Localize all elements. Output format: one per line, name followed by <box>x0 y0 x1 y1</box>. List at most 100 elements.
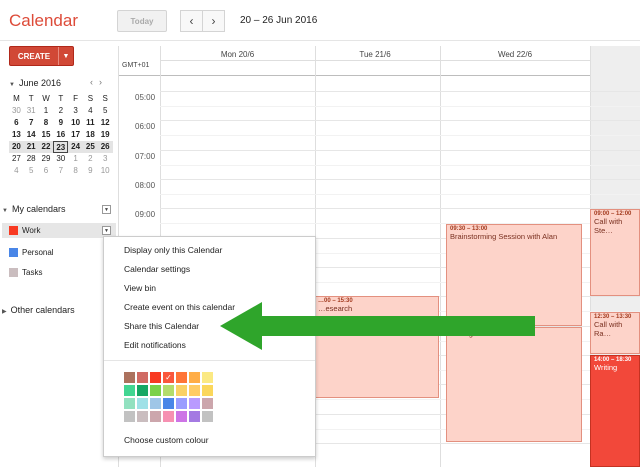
mini-next-icon[interactable]: › <box>99 77 108 87</box>
calendar-event[interactable]: 12:30 – 13:30 Call with Ra… <box>590 312 640 354</box>
color-swatch[interactable] <box>189 398 200 409</box>
mini-day[interactable]: 7 <box>53 165 68 177</box>
calendar-event[interactable]: 14:00 – 18:30 Writing <box>590 355 640 467</box>
color-swatch[interactable] <box>137 385 148 396</box>
prev-week-button[interactable]: ‹ <box>180 10 203 32</box>
color-swatch[interactable] <box>176 398 187 409</box>
color-swatch[interactable] <box>163 411 174 422</box>
mini-day[interactable]: 30 <box>53 153 68 165</box>
color-swatch[interactable] <box>150 385 161 396</box>
calendar-event[interactable]: 09:00 – 12:00 Call with Ste… <box>590 209 640 296</box>
mini-day[interactable]: 16 <box>53 129 68 141</box>
other-calendars-header[interactable]: ▶ Other calendars <box>2 305 75 315</box>
mini-day[interactable]: 6 <box>9 117 24 129</box>
mini-day[interactable]: 20 <box>9 141 24 153</box>
mini-day[interactable]: 25 <box>83 141 98 153</box>
mini-day[interactable]: 31 <box>24 105 39 117</box>
color-swatch[interactable] <box>137 372 148 383</box>
calendar-item-tasks[interactable]: Tasks <box>9 268 42 277</box>
mini-day[interactable]: 1 <box>39 105 54 117</box>
menu-item-custom-colour[interactable]: Choose custom colour <box>124 435 209 445</box>
mini-day[interactable]: 12 <box>98 117 113 129</box>
color-swatch[interactable] <box>202 411 213 422</box>
mini-day[interactable]: 7 <box>24 117 39 129</box>
color-swatch[interactable] <box>150 372 161 383</box>
mini-day[interactable]: 10 <box>68 117 83 129</box>
color-swatch[interactable] <box>124 398 135 409</box>
mini-day[interactable]: 28 <box>24 153 39 165</box>
my-calendars-dropdown-icon[interactable]: ▼ <box>102 205 111 214</box>
calendar-item-personal[interactable]: Personal <box>9 248 54 257</box>
mini-day[interactable]: 14 <box>24 129 39 141</box>
color-swatch[interactable] <box>150 411 161 422</box>
mini-day[interactable]: 13 <box>9 129 24 141</box>
menu-item-display-only[interactable]: Display only this Calendar <box>124 245 222 255</box>
mini-day[interactable]: 24 <box>68 141 83 153</box>
day-header-mon[interactable]: Mon 20/6 <box>160 50 315 59</box>
mini-day[interactable]: 1 <box>68 153 83 165</box>
mini-day[interactable]: 18 <box>83 129 98 141</box>
mini-day[interactable]: 30 <box>9 105 24 117</box>
color-swatch[interactable] <box>202 398 213 409</box>
expand-triangle-icon[interactable]: ▶ <box>2 309 7 315</box>
color-swatch[interactable] <box>189 385 200 396</box>
color-swatch[interactable] <box>124 372 135 383</box>
mini-day[interactable]: 15 <box>39 129 54 141</box>
color-swatch[interactable] <box>137 398 148 409</box>
menu-item-view-bin[interactable]: View bin <box>124 283 156 293</box>
calendar-item-work[interactable]: Work <box>9 226 41 235</box>
mini-day[interactable]: 9 <box>53 117 68 129</box>
color-swatch[interactable] <box>150 398 161 409</box>
collapse-triangle-icon[interactable]: ▼ <box>9 82 15 88</box>
mini-day-today[interactable]: 23 <box>53 141 69 153</box>
mini-day[interactable]: 5 <box>98 105 113 117</box>
mini-day[interactable]: 26 <box>98 141 113 153</box>
color-swatch[interactable] <box>176 385 187 396</box>
color-swatch[interactable] <box>202 385 213 396</box>
mini-day[interactable]: 4 <box>83 105 98 117</box>
mini-day[interactable]: 3 <box>68 105 83 117</box>
mini-day[interactable]: 21 <box>24 141 39 153</box>
mini-prev-icon[interactable]: ‹ <box>90 77 99 87</box>
mini-day[interactable]: 11 <box>83 117 98 129</box>
mini-calendar-title[interactable]: ▼ June 2016 <box>9 78 61 88</box>
menu-item-edit-notifications[interactable]: Edit notifications <box>124 340 186 350</box>
work-calendar-dropdown-icon[interactable]: ▼ <box>102 226 111 235</box>
color-swatch[interactable] <box>176 411 187 422</box>
today-button[interactable]: Today <box>117 10 167 32</box>
color-swatch[interactable] <box>124 385 135 396</box>
color-swatch[interactable] <box>176 372 187 383</box>
mini-day[interactable]: 8 <box>39 117 54 129</box>
color-swatch[interactable] <box>163 385 174 396</box>
color-swatch[interactable] <box>137 411 148 422</box>
color-swatch[interactable] <box>189 411 200 422</box>
mini-day[interactable]: 19 <box>98 129 113 141</box>
color-swatch[interactable] <box>189 372 200 383</box>
color-swatch[interactable] <box>202 372 213 383</box>
mini-day[interactable]: 9 <box>83 165 98 177</box>
mini-day[interactable]: 8 <box>68 165 83 177</box>
menu-item-calendar-settings[interactable]: Calendar settings <box>124 264 190 274</box>
color-swatch[interactable] <box>124 411 135 422</box>
color-swatch[interactable] <box>163 398 174 409</box>
mini-day[interactable]: 3 <box>98 153 113 165</box>
day-header-tue[interactable]: Tue 21/6 <box>315 50 435 59</box>
next-week-button[interactable]: › <box>202 10 225 32</box>
mini-day[interactable]: 5 <box>24 165 39 177</box>
create-dropdown-icon[interactable]: ▼ <box>58 47 73 65</box>
color-swatch-selected[interactable]: ✓ <box>163 372 174 383</box>
day-header-wed[interactable]: Wed 22/6 <box>440 50 590 59</box>
mini-day[interactable]: 6 <box>39 165 54 177</box>
mini-day[interactable]: 17 <box>68 129 83 141</box>
mini-day[interactable]: 27 <box>9 153 24 165</box>
mini-day[interactable]: 2 <box>83 153 98 165</box>
mini-day[interactable]: 29 <box>39 153 54 165</box>
collapse-triangle-icon[interactable]: ▼ <box>2 208 8 214</box>
mini-day[interactable]: 10 <box>98 165 113 177</box>
create-button[interactable]: CREATE ▼ <box>9 46 74 66</box>
menu-item-share-calendar[interactable]: Share this Calendar <box>124 321 199 331</box>
mini-day[interactable]: 2 <box>53 105 68 117</box>
my-calendars-header[interactable]: ▼ My calendars <box>2 204 65 214</box>
mini-day[interactable]: 4 <box>9 165 24 177</box>
app-title[interactable]: Calendar <box>9 11 78 31</box>
